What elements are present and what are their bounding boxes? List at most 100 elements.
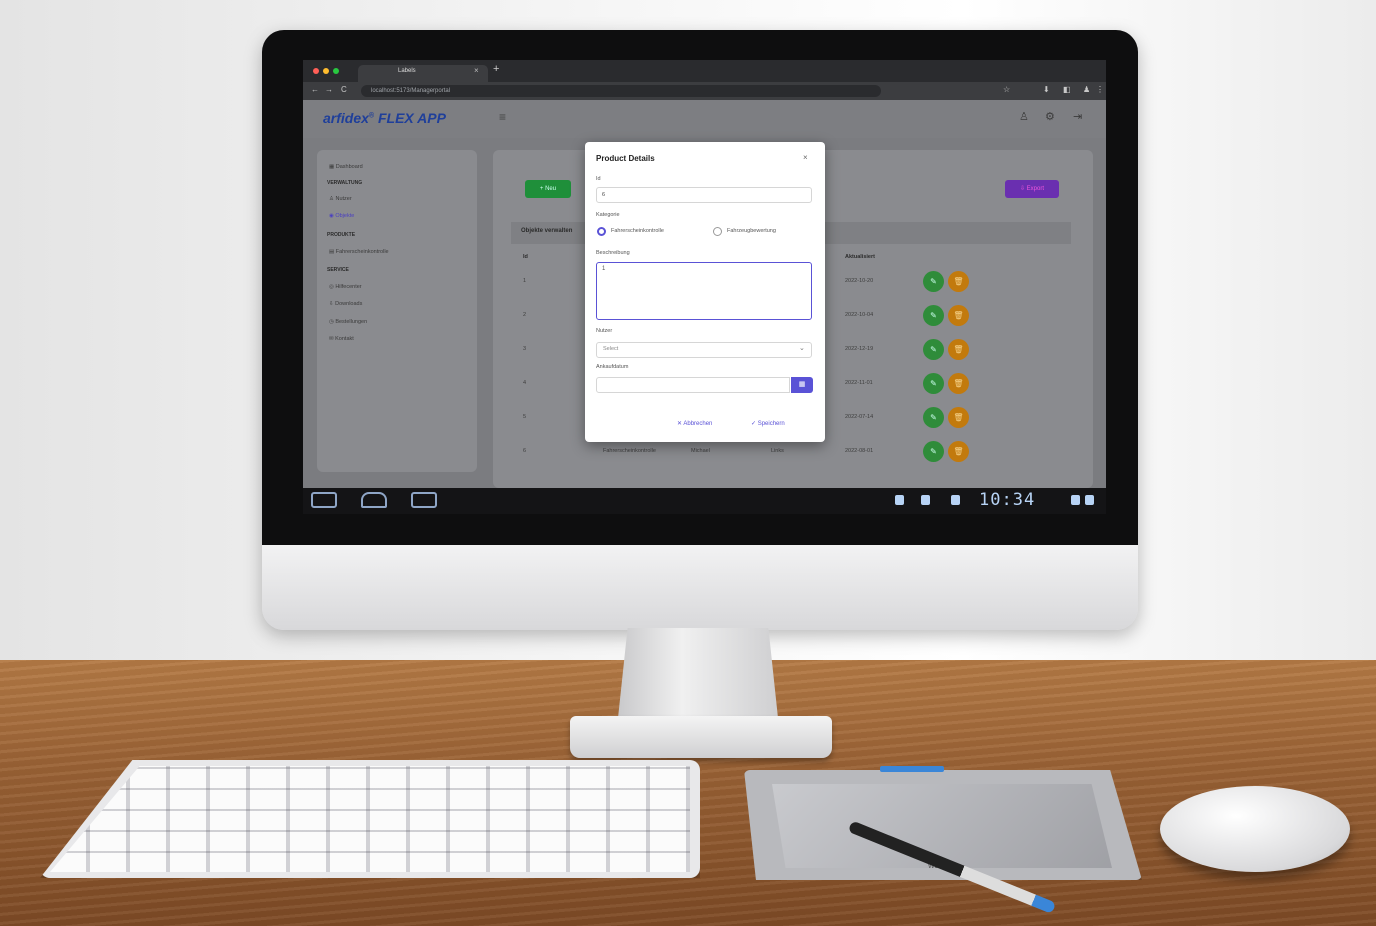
tab-close-icon[interactable]: × — [474, 66, 479, 75]
sidebar-item-objekte[interactable]: ◉ Objekte — [329, 213, 354, 219]
save-button[interactable]: ✓ Speichern — [751, 420, 785, 427]
star-icon[interactable]: ☆ — [1003, 85, 1010, 94]
sidebar-item-bestellungen[interactable]: ◷ Bestellungen — [329, 319, 367, 325]
calendar-icon[interactable]: ▦ — [791, 377, 813, 393]
user-select-value: Select — [603, 346, 619, 352]
sidebar-item-label: Dashboard — [335, 164, 363, 170]
delete-icon[interactable]: 🗑 — [948, 373, 969, 394]
edit-icon[interactable]: ✎ — [923, 339, 944, 360]
brand-prefix: arfidex — [323, 110, 369, 126]
app-logo[interactable]: arfidex® FLEX APP — [323, 110, 446, 126]
app-header: arfidex® FLEX APP ≡ ♙ ⚙ ⇥ — [303, 100, 1106, 138]
browser-tab[interactable]: Labels × — [358, 65, 488, 82]
back-arrow-icon[interactable]: ← — [311, 85, 319, 94]
system-clock: 10:34 — [979, 490, 1036, 510]
sidebar-item-label: Bestellungen — [335, 319, 368, 325]
id-field[interactable]: 6 — [596, 187, 812, 203]
cell-date: 2022-07-14 — [845, 414, 874, 420]
product-details-dialog: Product Details × Id 6 Kategorie Fahrers… — [585, 142, 825, 442]
delete-icon[interactable]: 🗑 — [948, 305, 969, 326]
category-radio-fahrzeugbewertung[interactable] — [713, 227, 722, 236]
cell-location: Links — [771, 448, 784, 454]
sidebar-item-dashboard[interactable]: ▦ Dashboard — [329, 164, 363, 170]
cell-date: 2022-11-01 — [845, 380, 873, 386]
window-close-dot[interactable] — [313, 68, 319, 74]
new-tab-button[interactable]: + — [493, 63, 499, 75]
download-icon[interactable]: ⬇ — [1043, 85, 1050, 94]
user-label: Nutzer — [596, 328, 613, 334]
notification-icon — [951, 495, 960, 505]
profile-icon[interactable]: ♟ — [1083, 85, 1090, 94]
cell-date: 2022-08-01 — [845, 448, 874, 454]
sidebar-heading-produkte: PRODUKTE — [327, 232, 356, 238]
sidebar-item-kontakt[interactable]: ✉ Kontakt — [329, 336, 354, 342]
monitor-stand-neck — [618, 628, 778, 718]
browser-tabbar: Labels × + — [303, 60, 1106, 82]
brand-app: APP — [417, 110, 446, 126]
description-textarea[interactable]: 1 — [596, 262, 812, 320]
close-icon[interactable]: × — [803, 153, 808, 162]
user-select[interactable]: Select ⌄ — [596, 342, 812, 358]
sidepanel-icon[interactable]: ◧ — [1063, 85, 1071, 94]
new-button[interactable]: + Neu — [525, 180, 571, 198]
kebab-menu-icon[interactable]: ⋮ — [1096, 85, 1104, 94]
tablet-tab — [880, 766, 944, 772]
settings-icon[interactable]: ⚙ — [1045, 110, 1055, 123]
category-radio-fahrerscheinkontrolle[interactable] — [597, 227, 606, 236]
browser-tab-title: Labels — [398, 68, 416, 74]
monitor-stand-base — [570, 716, 832, 758]
delete-icon[interactable]: 🗑 — [948, 271, 969, 292]
window-minimize-dot[interactable] — [323, 68, 329, 74]
date-input[interactable] — [596, 377, 790, 393]
sidebar-item-nutzer[interactable]: ♙ Nutzer — [329, 196, 352, 202]
edit-icon[interactable]: ✎ — [923, 407, 944, 428]
hamburger-menu-icon[interactable]: ≡ — [499, 110, 506, 124]
column-header-aktualisiert[interactable]: Aktualisiert — [845, 254, 875, 260]
sidebar-item-hilfecenter[interactable]: ◎ Hilfecenter — [329, 284, 362, 290]
cell-date: 2022-10-04 — [845, 312, 874, 318]
battery-icon — [1085, 495, 1094, 505]
sidebar-item-downloads[interactable]: ⇩ Downloads — [329, 301, 362, 307]
cancel-button[interactable]: ✕ Abbrechen — [677, 420, 712, 427]
mouse — [1160, 786, 1350, 872]
keyboard-keys — [50, 766, 690, 872]
android-debug-icon — [895, 495, 904, 505]
reload-icon[interactable]: C — [341, 85, 347, 94]
edit-icon[interactable]: ✎ — [923, 373, 944, 394]
wifi-icon — [1071, 495, 1080, 505]
cell-id: 1 — [523, 278, 527, 284]
delete-icon[interactable]: 🗑 — [948, 407, 969, 428]
column-header-id[interactable]: Id — [523, 254, 528, 260]
chevron-down-icon: ⌄ — [799, 345, 805, 352]
brand-flex: FLEX — [377, 110, 414, 126]
user-icon[interactable]: ♙ — [1019, 110, 1029, 123]
cell-id: 4 — [523, 380, 527, 386]
edit-icon[interactable]: ✎ — [923, 305, 944, 326]
delete-icon[interactable]: 🗑 — [948, 441, 969, 462]
android-system-bar: 10:34 — [303, 488, 1106, 514]
browser-toolbar: ← → C localhost:5173/Managerportal ☆ ⬇ ◧… — [303, 82, 1106, 100]
cell-date: 2022-12-19 — [845, 346, 874, 352]
recents-nav-icon[interactable] — [411, 492, 437, 508]
category-option-label: Fahrerscheinkontrolle — [611, 228, 664, 234]
sidebar-item-label: Downloads — [335, 301, 363, 307]
forward-arrow-icon[interactable]: → — [325, 85, 333, 94]
edit-icon[interactable]: ✎ — [923, 271, 944, 292]
edit-icon[interactable]: ✎ — [923, 441, 944, 462]
cell-id: 5 — [523, 414, 527, 420]
sidebar-item-fahrerscheinkontrolle[interactable]: ▤ Fahrerscheinkontrolle — [329, 249, 389, 255]
address-bar[interactable]: localhost:5173/Managerportal — [361, 85, 881, 97]
back-nav-icon[interactable] — [311, 492, 337, 508]
sidebar-item-label: Objekte — [335, 213, 355, 219]
sidebar-heading-service: SERVICE — [327, 267, 349, 273]
browser-chrome: Labels × + ← → C localhost:5173/Managerp… — [303, 60, 1106, 100]
export-button[interactable]: ⇩ Export — [1005, 180, 1059, 198]
window-zoom-dot[interactable] — [333, 68, 339, 74]
sidebar-item-label: Fahrerscheinkontrolle — [335, 249, 389, 255]
delete-icon[interactable]: 🗑 — [948, 339, 969, 360]
category-label: Kategorie — [596, 212, 620, 218]
home-nav-icon[interactable] — [361, 492, 387, 508]
description-label: Beschreibung — [596, 250, 630, 256]
logout-icon[interactable]: ⇥ — [1073, 110, 1082, 123]
cell-id: 2 — [523, 312, 527, 318]
